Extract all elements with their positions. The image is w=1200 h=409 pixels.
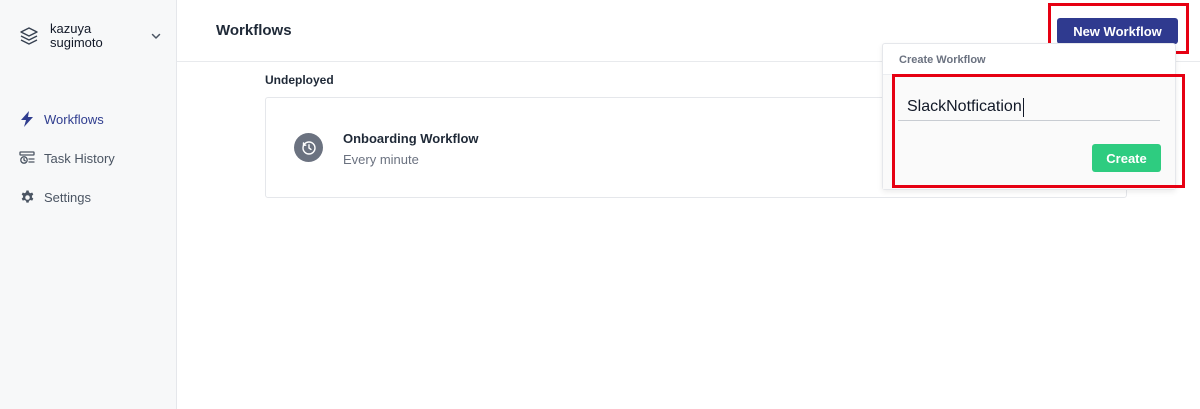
sidebar-item-label: Workflows [44,111,104,127]
sidebar: kazuya sugimoto Workflows Task History S… [0,0,177,409]
bolt-icon [19,111,35,127]
sidebar-item-label: Settings [44,189,91,205]
account-switcher[interactable]: kazuya sugimoto [18,20,163,52]
gear-icon [19,189,35,205]
workflow-name: Onboarding Workflow [343,131,479,146]
sidebar-nav: Workflows Task History Settings [0,100,176,217]
account-name: kazuya sugimoto [50,22,149,50]
new-workflow-button[interactable]: New Workflow [1057,18,1178,44]
chevron-down-icon[interactable] [149,29,163,43]
sidebar-item-label: Task History [44,150,115,166]
workflow-schedule: Every minute [343,152,419,167]
sidebar-item-settings[interactable]: Settings [0,178,176,216]
popover-title: Create Workflow [899,54,986,66]
section-label-undeployed: Undeployed [265,73,334,87]
stack-logo-icon [18,25,40,47]
clock-icon [294,133,323,162]
history-icon [19,150,35,166]
page-title: Workflows [216,22,292,39]
popover-highlight [892,74,1185,188]
account-name-first: kazuya [50,21,92,36]
sidebar-item-task-history[interactable]: Task History [0,139,176,177]
account-name-last: sugimoto [50,35,103,50]
sidebar-item-workflows[interactable]: Workflows [0,100,176,138]
